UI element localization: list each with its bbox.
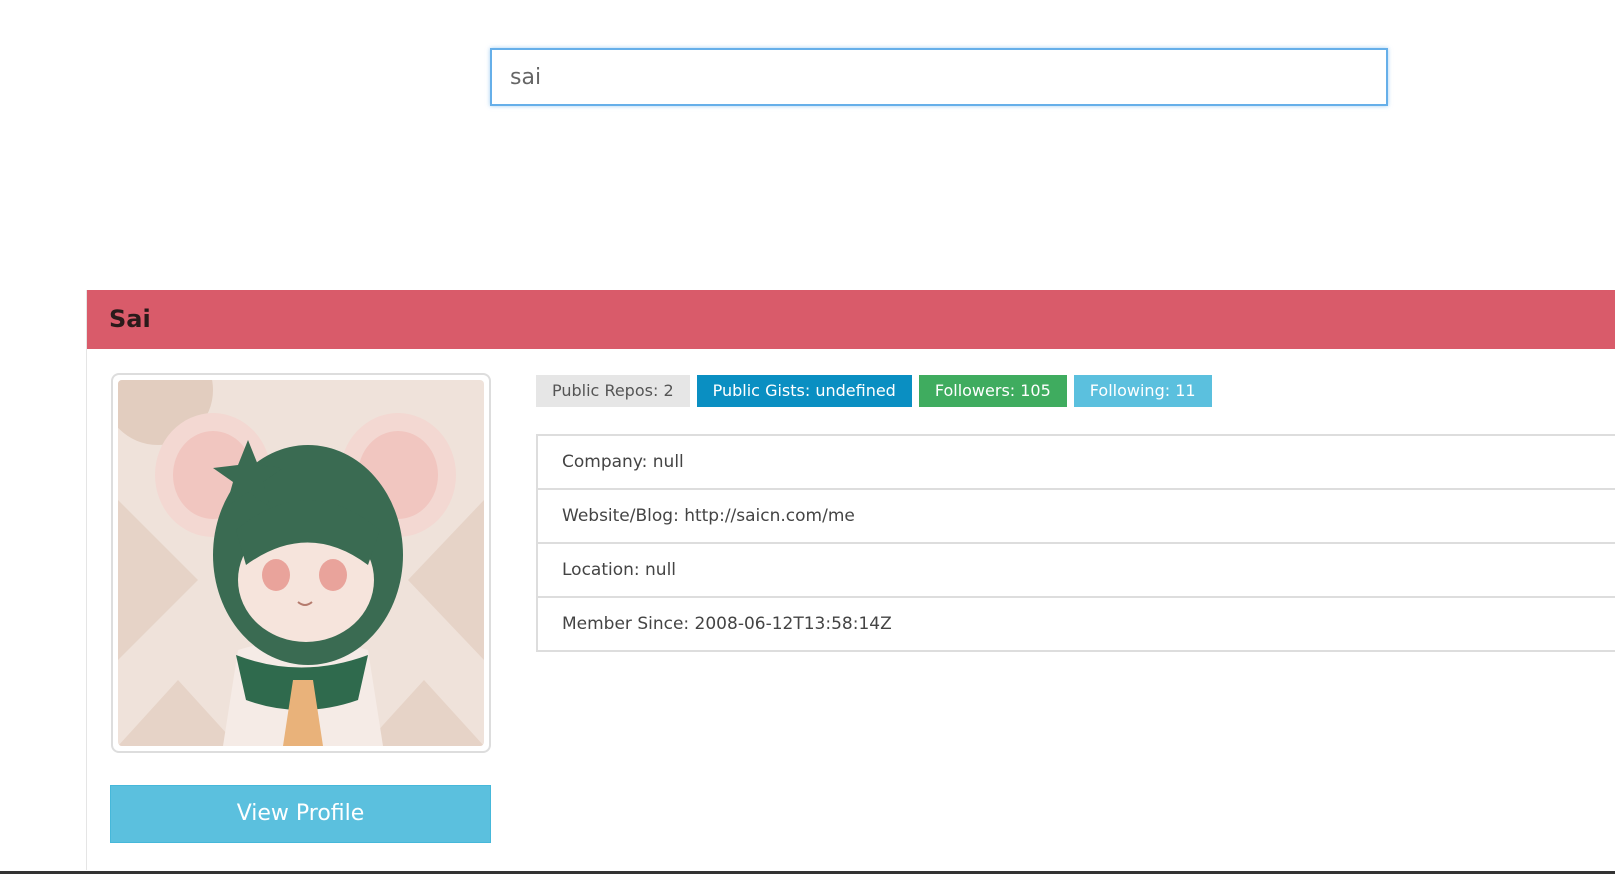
public-repos-badge: Public Repos: 2 [536, 375, 690, 407]
profile-name-heading: Sai [87, 290, 1615, 349]
following-badge: Following: 11 [1073, 375, 1212, 407]
avatar-image [118, 380, 484, 746]
company-item: Company: null [536, 436, 1615, 490]
public-gists-badge: Public Gists: undefined [696, 375, 912, 407]
profile-panel: Sai View Profile Public Repos: 2 Public … [86, 290, 1615, 870]
location-item: Location: null [536, 544, 1615, 598]
website-item: Website/Blog: http://saicn.com/me [536, 490, 1615, 544]
followers-badge: Followers: 105 [918, 375, 1067, 407]
search-input[interactable] [490, 48, 1388, 106]
profile-details-list: Company: null Website/Blog: http://saicn… [536, 434, 1615, 652]
avatar [111, 373, 491, 753]
view-profile-button[interactable]: View Profile [110, 785, 491, 843]
stats-badges: Public Repos: 2 Public Gists: undefined … [536, 375, 1212, 407]
page: Sai [0, 0, 1615, 874]
member-since-item: Member Since: 2008-06-12T13:58:14Z [536, 598, 1615, 652]
